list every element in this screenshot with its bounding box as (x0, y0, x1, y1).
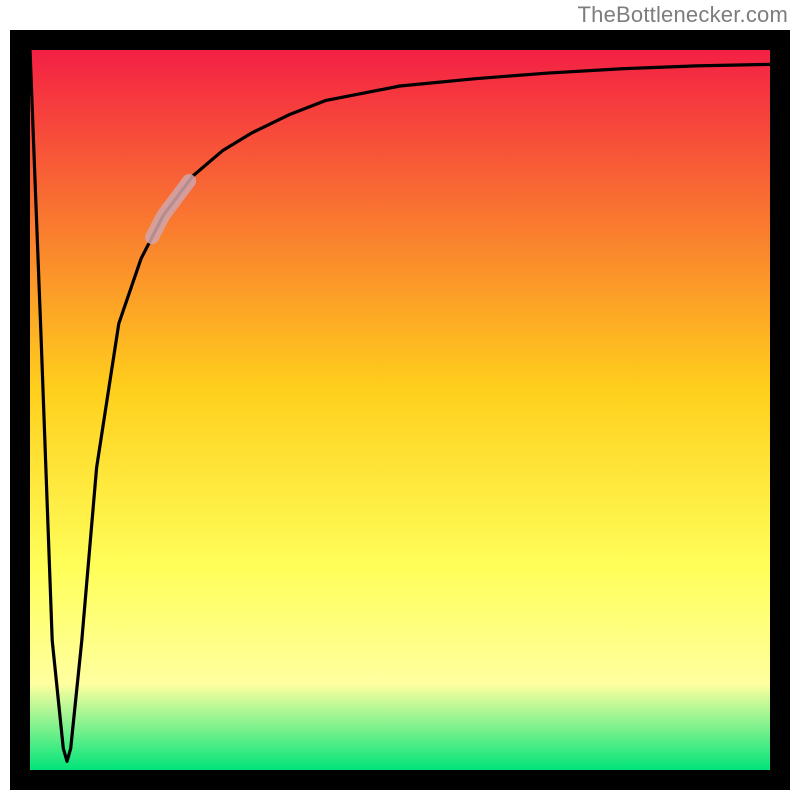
attribution-text: TheBottlenecker.com (578, 2, 788, 28)
frame-right (770, 30, 790, 790)
frame-bottom (10, 770, 790, 790)
plot-background (30, 50, 770, 770)
frame-left (10, 30, 30, 790)
frame-top (10, 30, 790, 50)
figure-root: TheBottlenecker.com (0, 0, 800, 800)
bottleneck-chart (10, 30, 790, 790)
